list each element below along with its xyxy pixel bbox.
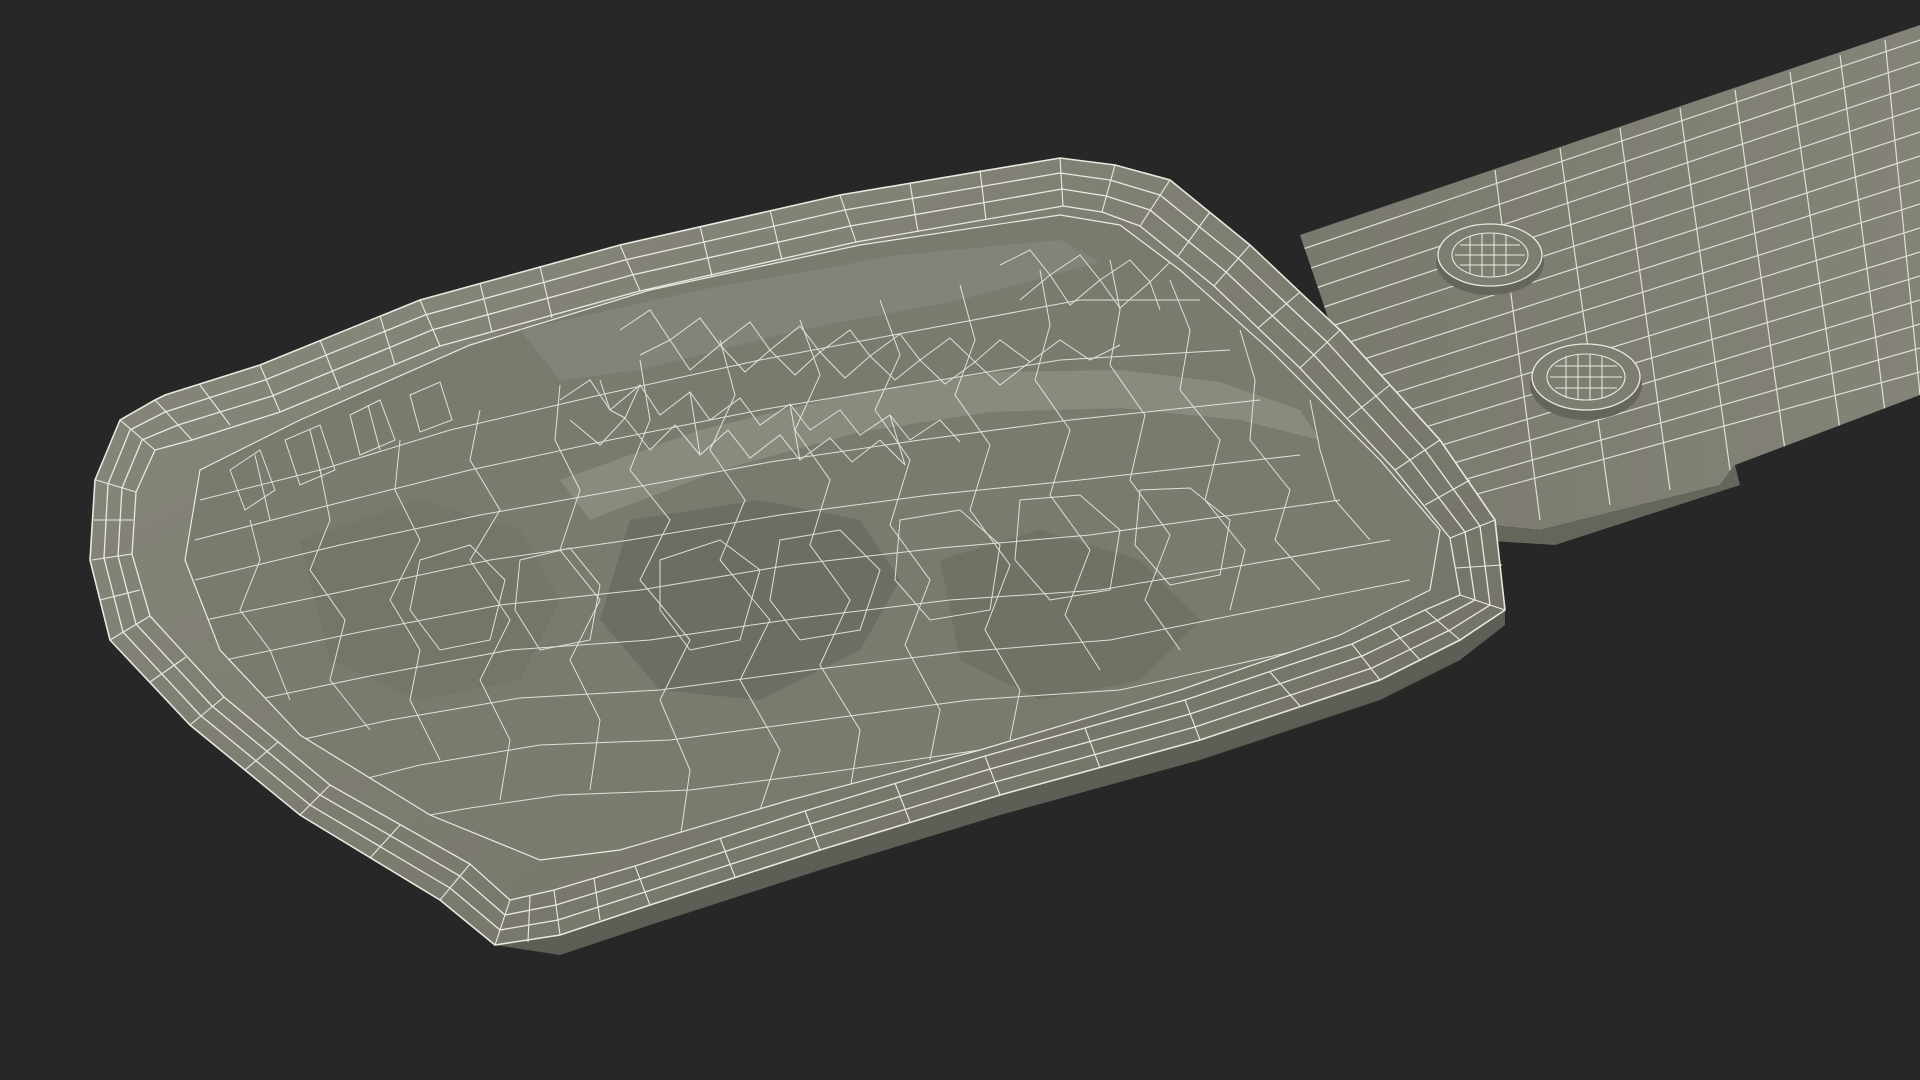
wireframe-render — [89, 25, 1920, 955]
buckle-plate — [89, 157, 1506, 955]
render-viewport — [0, 0, 1920, 1080]
rivet-top — [1436, 223, 1544, 295]
rivet-bottom — [1530, 343, 1642, 420]
